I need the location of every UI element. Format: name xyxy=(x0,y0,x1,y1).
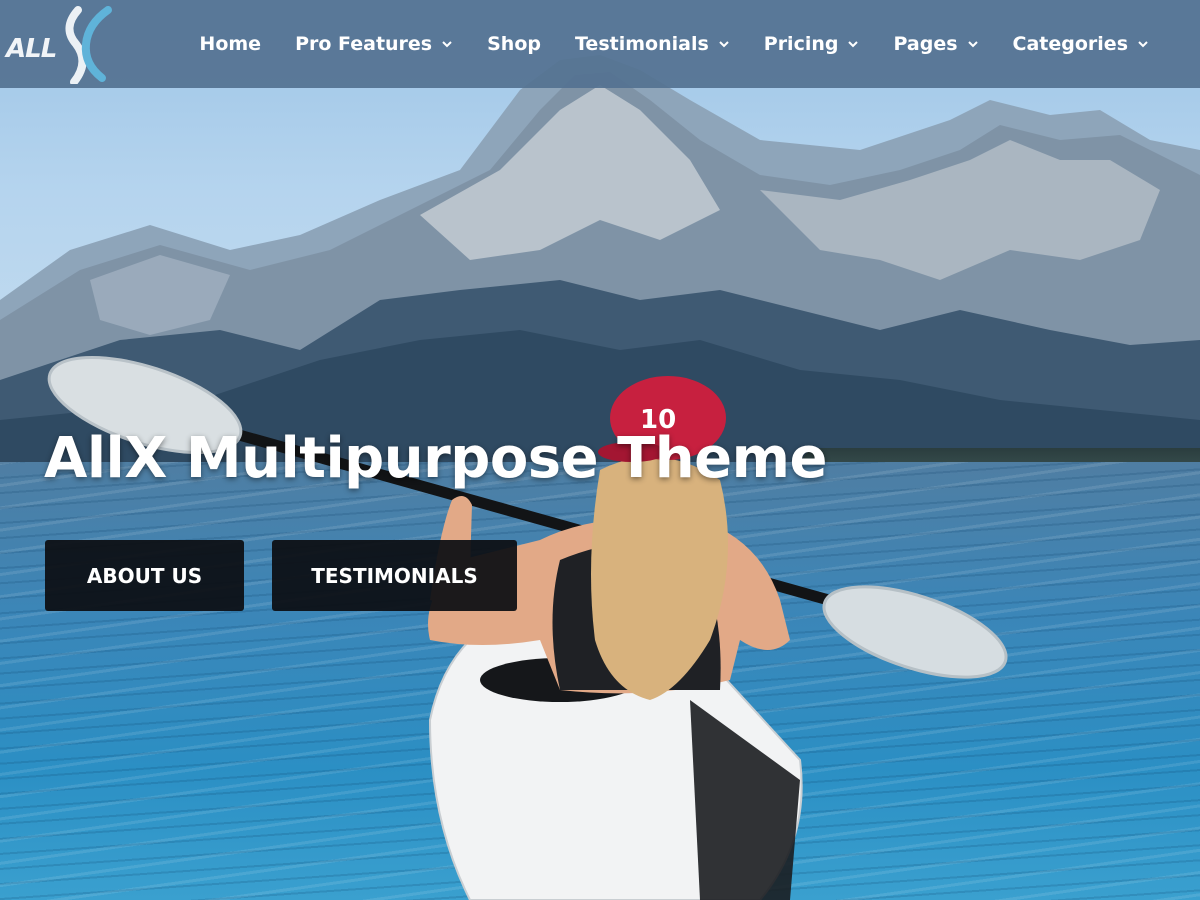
chevron-down-icon xyxy=(719,41,729,48)
hero-title: AllX Multipurpose Theme xyxy=(44,426,827,491)
chevron-down-icon xyxy=(848,41,859,48)
nav-label: Home xyxy=(199,33,262,55)
testimonials-button[interactable]: TESTIMONIALS xyxy=(272,540,517,611)
logo-swirl-icon xyxy=(65,6,112,84)
nav-item-pages[interactable]: Pages xyxy=(876,33,995,55)
nav-label: Testimonials xyxy=(575,33,709,55)
chevron-down-icon xyxy=(1138,41,1148,48)
nav-item-shop[interactable]: Shop xyxy=(470,33,558,55)
nav-item-categories[interactable]: Categories xyxy=(996,33,1166,55)
site-logo[interactable]: ALL xyxy=(6,4,116,84)
logo-wordmark: ALL xyxy=(6,34,57,64)
nav-item-home[interactable]: Home xyxy=(182,33,278,55)
nav-label: Pricing xyxy=(763,33,839,55)
main-menu: Home Pro Features Shop Testimonials Pric… xyxy=(182,0,1166,88)
nav-item-pricing[interactable]: Pricing xyxy=(747,33,877,55)
nav-label: Pro Features xyxy=(295,33,433,55)
nav-item-pro-features[interactable]: Pro Features xyxy=(278,33,470,55)
nav-item-testimonials[interactable]: Testimonials xyxy=(558,33,747,55)
nav-label: Shop xyxy=(487,33,541,55)
chevron-down-icon xyxy=(442,41,452,48)
about-us-button[interactable]: ABOUT US xyxy=(45,540,244,611)
chevron-down-icon xyxy=(967,41,978,48)
top-navigation-bar: ALL Home Pro Features Shop Testimonials … xyxy=(0,0,1200,88)
nav-label: Categories xyxy=(1012,33,1128,55)
nav-label: Pages xyxy=(893,33,958,55)
